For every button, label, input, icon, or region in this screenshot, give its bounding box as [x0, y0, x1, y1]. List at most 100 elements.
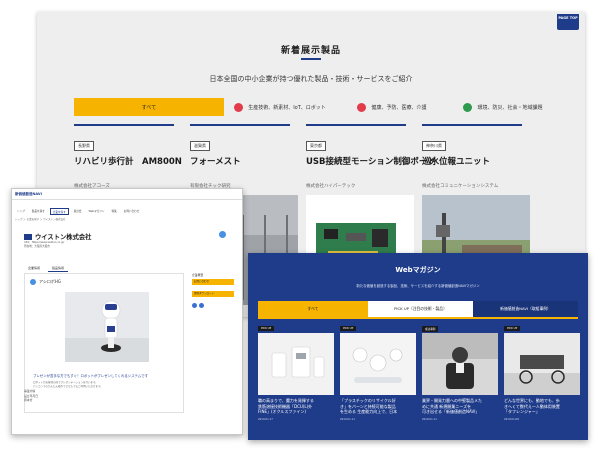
tab-pickup[interactable]: PICK UP（注目の技術・製品）	[368, 301, 473, 317]
prefecture-badge: 神奈川県	[422, 141, 446, 151]
tab-health-label: 健康、予防、医療、介護	[371, 104, 427, 111]
company-tabs: 企業情報 製品情報	[24, 265, 69, 272]
prefecture-badge: 滋賀県	[190, 141, 210, 151]
tab-all[interactable]: すべて	[258, 301, 368, 317]
prefecture-badge: 東京都	[306, 141, 326, 151]
twitter-icon[interactable]	[199, 303, 204, 308]
article-card[interactable]: PICK UP どんな世界にも、動地でも、歩 きへくて数代え一人動体用装置 「タ…	[504, 326, 580, 426]
nav-item[interactable]: 特集	[110, 208, 119, 215]
product-card[interactable]: 神奈川県 巡水位報ユニット 株式会社コミュニケーションシステム	[422, 132, 532, 305]
tab-company-info[interactable]: 企業情報	[24, 265, 44, 272]
article-image	[258, 333, 334, 395]
contact-button[interactable]: お問い合わせ	[192, 279, 234, 285]
company-meta: URL：https://www.wiston.co.jp/ 所在地：大阪府大阪市	[24, 241, 64, 249]
article-card[interactable]: 成功事例 業界・開発力層への中堅製品メた めに共通 新規開業ニーズを 可き出せる…	[422, 326, 498, 426]
article-tag: PICK UP	[504, 326, 521, 331]
download-button[interactable]: 資料ダウンロード	[192, 291, 234, 297]
article-title: 職の高まりで、魔力を発揮する 鉄筋溶接技術機器「DCU(L)外 FINE」(オク…	[258, 398, 334, 415]
article-card[interactable]: PICK UP 「プラスチックのリサイクル好 き」をバーンと持続可能な製品 を生…	[340, 326, 416, 426]
tab-production-label: 生産技術、新素材、IoT、ロボット	[248, 104, 326, 111]
global-nav: トップ 製品を探す 企業を探す 展示会 Webマガジン 特集 お問い合わせ	[12, 208, 242, 215]
page-top-label: PAGE TOP	[558, 16, 578, 20]
article-title-line: を生める 生産能力向上で、日本	[340, 409, 398, 415]
site-logo[interactable]: 新価値創造NAVI	[15, 192, 42, 197]
article-image	[422, 333, 498, 395]
gear-icon	[234, 102, 244, 112]
tab-cases-label: 新価値創造NAVI（取組事例）	[500, 306, 551, 311]
leaf-icon	[463, 102, 473, 112]
article-title: 業界・開発力層への中堅製品メた めに共通 新規開業ニーズを 可き出せる「新価値創…	[422, 398, 498, 415]
company-title: ウイストン株式会社	[24, 232, 91, 241]
web-magazine-page: Webマガジン 新たな価値を創造する製品、技術、サービスを紹介する新価値創造NA…	[248, 253, 588, 440]
robot-photo	[65, 292, 149, 362]
tab-pickup-label: PICK UP（注目の技術・製品）	[394, 306, 447, 311]
nav-item[interactable]: Webマガジン	[87, 208, 107, 215]
breadcrumb: トップ ＞ 企業を探す ＞ ウイストン株式会社	[15, 218, 66, 221]
product-panel: アシロボHG プレゼンが苦手な方でもすぐ！ロボットがプレゼンしてくれるシステムで…	[24, 273, 184, 413]
product-name: アシロボHG	[39, 279, 61, 284]
product-name: 巡水位報ユニット	[422, 157, 491, 167]
detail-label: 資本金	[24, 398, 33, 403]
tab-product-info[interactable]: 製品情報	[48, 265, 69, 272]
company-name: 株式会社ハイパーテック	[306, 184, 356, 189]
tab-all-label: すべて	[141, 104, 157, 111]
nav-item[interactable]: トップ	[15, 208, 27, 215]
company-name: ウイストン株式会社	[35, 234, 92, 241]
magazine-tabs: すべて PICK UP（注目の技術・製品） 新価値創造NAVI（取組事例）	[258, 301, 578, 317]
title-underline	[301, 58, 321, 60]
article-tag: PICK UP	[258, 326, 275, 331]
nav-item[interactable]: お問い合わせ	[122, 208, 142, 215]
company-name: 株式会社コミュニケーションシステム	[422, 184, 499, 189]
download-button-label: 資料ダウンロード	[194, 292, 215, 295]
facebook-icon[interactable]	[192, 303, 197, 308]
product-caption: プレゼンが苦手な方でもすぐ！ロボットがプレゼンしてくれるシステムです	[33, 374, 148, 378]
nav-item[interactable]: 製品を探す	[30, 208, 47, 215]
company-details: 事業内容 設立年月日 資本金	[24, 389, 38, 403]
article-title: 「プラスチックのリサイクル好 き」をバーンと持続可能な製品 を生める 生産能力向…	[340, 398, 416, 415]
tab-all[interactable]: すべて	[74, 98, 224, 116]
sidebar-heading: 企業概要	[192, 273, 204, 277]
magazine-title: Webマガジン	[395, 266, 441, 274]
site-header: 新価値創造NAVI	[12, 189, 242, 200]
article-card[interactable]: PICK UP 職の高まりで、魔力を発揮する 鉄筋溶接技術機器「DCU(L)外 …	[258, 326, 334, 426]
article-date: 2019.01.11	[422, 418, 437, 421]
category-tabs: すべて 生産技術、新素材、IoT、ロボット 健康、予防、医療、介護 環境、防災、…	[74, 98, 558, 116]
tab-environment-label: 環境、防災、社会・地域課題	[477, 104, 543, 111]
company-address: 所在地：大阪府大阪市	[24, 245, 50, 248]
product-heading: アシロボHG	[30, 279, 61, 285]
magazine-subtitle: 新たな価値を創造する製品、技術、サービスを紹介する新価値創造NAVIマガジン	[356, 284, 480, 288]
tab-health[interactable]: 健康、予防、医療、介護	[336, 98, 448, 116]
social-icons	[192, 303, 234, 308]
article-tag: 成功事例	[422, 326, 439, 332]
tab-environment[interactable]: 環境、防災、社会・地域課題	[448, 98, 558, 116]
tab-cases[interactable]: 新価値創造NAVI（取組事例）	[473, 301, 578, 317]
product-icon	[30, 279, 36, 285]
article-tag: PICK UP	[340, 326, 357, 331]
page-title: 新着展示製品	[280, 46, 341, 56]
contact-button-label: お問い合わせ	[194, 280, 210, 283]
article-image	[504, 333, 580, 395]
article-title-line: 可き出せる「新価値創造NAVI」	[422, 409, 480, 415]
nav-item[interactable]: 企業を探す	[49, 208, 69, 215]
article-title-line: FINE」(オクルスファイン)	[258, 409, 306, 415]
verified-icon	[219, 231, 226, 238]
product-card[interactable]: 東京都 USB接続型モーション制御ボード 株式会社ハイパーテック	[306, 132, 436, 305]
nav-item[interactable]: 展示会	[72, 208, 84, 215]
tab-all-label: すべて	[307, 306, 319, 311]
heart-icon	[357, 102, 367, 112]
company-icon	[24, 233, 32, 240]
page-subtitle: 日本全国の中小企業が持つ優れた製品・技術・サービスをご紹介	[209, 75, 413, 83]
product-description: ロボットがお客様の前でプレゼンテーションを行います。 パソコンでのかんたん操作で…	[33, 381, 181, 389]
article-title: どんな世界にも、動地でも、歩 きへくて数代え一人動体用装置 「タフレンジャー」	[504, 398, 580, 415]
article-date: 2019.01.08	[504, 418, 519, 421]
product-name: フォーメスト	[190, 157, 241, 167]
prefecture-badge: 長野県	[74, 141, 94, 151]
card-rules	[74, 124, 558, 126]
article-image	[340, 333, 416, 395]
article-date: 2019.01.17	[258, 418, 273, 421]
sidebar: 企業概要 お問い合わせ 資料ダウンロード	[192, 273, 234, 308]
page-top-button[interactable]: PAGE TOP	[557, 14, 579, 30]
article-title-line: 「タフレンジャー」	[504, 409, 540, 415]
article-date: 2019.01.11	[340, 418, 355, 421]
tab-production[interactable]: 生産技術、新素材、IoT、ロボット	[224, 98, 336, 116]
